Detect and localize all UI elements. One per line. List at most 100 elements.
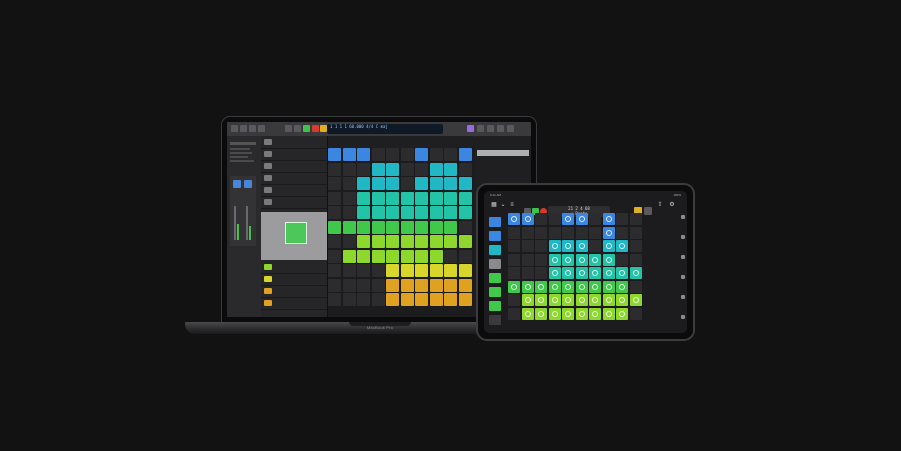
loop-cell[interactable]	[400, 278, 414, 292]
loop-cell[interactable]	[562, 307, 574, 320]
loop-cell[interactable]	[386, 278, 399, 292]
loop-cell[interactable]	[357, 249, 370, 263]
empty-cell[interactable]	[575, 226, 588, 239]
fader-track[interactable]	[246, 206, 248, 240]
track-add-icon[interactable]	[489, 315, 501, 325]
loop-cell[interactable]	[602, 280, 615, 293]
empty-cell[interactable]	[357, 293, 370, 306]
empty-cell[interactable]	[508, 267, 520, 279]
loop-cell[interactable]	[328, 148, 341, 161]
loop-cell[interactable]	[400, 249, 414, 263]
loop-cell[interactable]	[602, 226, 615, 239]
loop-cell[interactable]	[521, 280, 534, 293]
loop-cell[interactable]	[400, 206, 414, 219]
chevron-down-icon[interactable]: ⌄	[499, 201, 507, 209]
empty-cell[interactable]	[508, 307, 520, 320]
loop-cell[interactable]	[548, 294, 561, 306]
loop-cell[interactable]	[575, 240, 588, 252]
empty-cell[interactable]	[508, 226, 520, 239]
loop-cell[interactable]	[575, 280, 588, 293]
scene-marker[interactable]	[681, 255, 685, 259]
loop-cell[interactable]	[562, 253, 574, 266]
empty-cell[interactable]	[508, 253, 520, 266]
loop-cell[interactable]	[589, 294, 601, 306]
track-header[interactable]	[261, 196, 327, 209]
empty-cell[interactable]	[342, 235, 356, 248]
loop-cell[interactable]	[562, 280, 574, 293]
mixer-icon[interactable]: ≡	[508, 201, 516, 209]
loop-cell[interactable]	[386, 191, 399, 205]
loop-cell[interactable]	[575, 307, 588, 320]
forward-button[interactable]	[294, 125, 301, 132]
loop-cell[interactable]	[458, 191, 472, 205]
empty-cell[interactable]	[521, 253, 534, 266]
notepad-icon[interactable]	[487, 125, 494, 132]
empty-cell[interactable]	[371, 264, 385, 277]
empty-cell[interactable]	[415, 162, 428, 176]
loop-cell[interactable]	[548, 307, 561, 320]
loop-cell[interactable]	[342, 220, 356, 234]
empty-cell[interactable]	[400, 148, 414, 161]
inspector-icon[interactable]	[240, 125, 247, 132]
list-editors-icon[interactable]	[477, 125, 484, 132]
loop-cell[interactable]	[415, 220, 428, 234]
loop-cell[interactable]	[458, 206, 472, 219]
empty-cell[interactable]	[371, 278, 385, 292]
loop-cell[interactable]	[562, 294, 574, 306]
loop-cell[interactable]	[444, 162, 457, 176]
loop-cell[interactable]	[562, 267, 574, 279]
empty-cell[interactable]	[535, 226, 547, 239]
loop-cell[interactable]	[357, 206, 370, 219]
empty-cell[interactable]	[629, 240, 642, 252]
loop-cell[interactable]	[548, 267, 561, 279]
loop-cell[interactable]	[415, 206, 428, 219]
loop-cell[interactable]	[575, 213, 588, 225]
empty-cell[interactable]	[616, 226, 628, 239]
loop-cell[interactable]	[616, 294, 628, 306]
loop-cell[interactable]	[400, 191, 414, 205]
empty-cell[interactable]	[535, 253, 547, 266]
loop-cell[interactable]	[589, 253, 601, 266]
empty-cell[interactable]	[328, 264, 341, 277]
track-selected-icon[interactable]	[489, 259, 501, 269]
play-button[interactable]	[303, 125, 310, 132]
loop-cell[interactable]	[535, 307, 547, 320]
empty-cell[interactable]	[629, 307, 642, 320]
empty-cell[interactable]	[589, 226, 601, 239]
empty-cell[interactable]	[616, 253, 628, 266]
loop-cell[interactable]	[444, 278, 457, 292]
loop-cell[interactable]	[535, 280, 547, 293]
loop-cell[interactable]	[357, 191, 370, 205]
loop-cell[interactable]	[562, 240, 574, 252]
loop-cell[interactable]	[415, 177, 428, 190]
smart-controls-icon[interactable]	[258, 125, 265, 132]
loop-cell[interactable]	[589, 307, 601, 320]
loop-cell[interactable]	[371, 162, 385, 176]
track-keys-icon[interactable]	[489, 273, 501, 283]
empty-cell[interactable]	[548, 213, 561, 225]
loop-cell[interactable]	[400, 220, 414, 234]
empty-cell[interactable]	[328, 235, 341, 248]
loop-cell[interactable]	[371, 177, 385, 190]
loop-cell[interactable]	[508, 213, 520, 225]
loop-cell[interactable]	[357, 177, 370, 190]
loop-cell[interactable]	[444, 264, 457, 277]
empty-cell[interactable]	[342, 162, 356, 176]
loop-cell[interactable]	[616, 307, 628, 320]
loop-cell[interactable]	[386, 206, 399, 219]
loop-cell[interactable]	[415, 293, 428, 306]
empty-cell[interactable]	[508, 294, 520, 306]
empty-cell[interactable]	[535, 267, 547, 279]
loop-cell[interactable]	[458, 148, 472, 161]
loop-cell[interactable]	[429, 235, 443, 248]
loop-cell[interactable]	[458, 264, 472, 277]
loop-cell[interactable]	[429, 220, 443, 234]
loop-cell[interactable]	[562, 213, 574, 225]
loop-cell[interactable]	[429, 206, 443, 219]
loop-browser-icon[interactable]	[497, 125, 504, 132]
empty-cell[interactable]	[328, 293, 341, 306]
track-synth-icon[interactable]	[489, 245, 501, 255]
empty-cell[interactable]	[521, 240, 534, 252]
browser-icon[interactable]: ▦	[490, 201, 498, 209]
empty-cell[interactable]	[328, 191, 341, 205]
